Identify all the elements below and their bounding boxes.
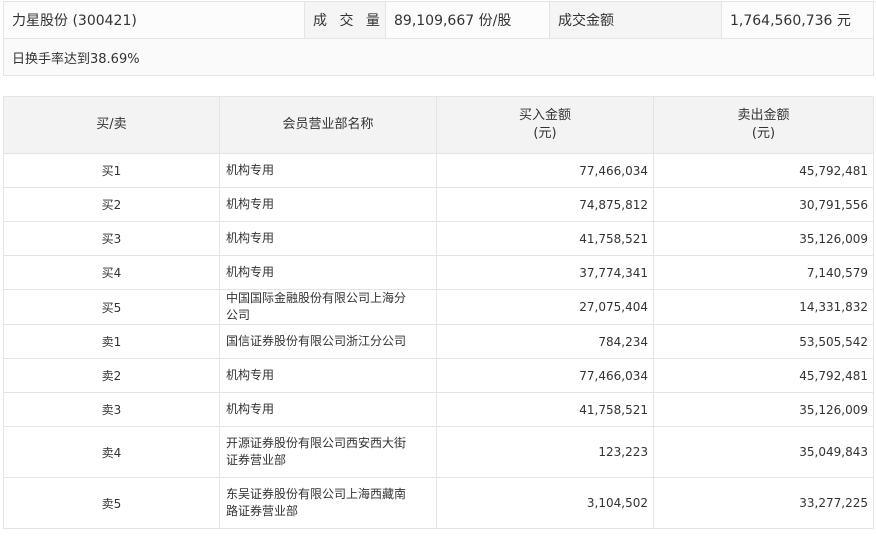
row-sell-amount: 53,505,542 [653,324,874,359]
row-side: 卖4 [3,426,220,478]
header-buy-amount-unit: (元) [533,126,557,141]
row-sell-amount: 7,140,579 [653,255,874,290]
row-buy-amount: 3,104,502 [436,477,654,529]
row-sell-amount: 45,792,481 [653,358,874,393]
row-broker-name: 机构专用 [219,392,437,427]
header-broker-name: 会员营业部名称 [219,96,437,154]
row-broker-name: 机构专用 [219,358,437,393]
table-row: 卖3 机构专用 41,758,521 35,126,009 [3,392,874,427]
row-broker-name: 机构专用 [219,255,437,290]
row-sell-amount: 35,049,843 [653,426,874,478]
amount-label: 成交金额 [549,1,722,39]
row-broker-name: 机构专用 [219,187,437,222]
table-row: 买3 机构专用 41,758,521 35,126,009 [3,221,874,256]
row-sell-amount: 33,277,225 [653,477,874,529]
table-row: 买1 机构专用 77,466,034 45,792,481 [3,153,874,188]
summary-row: 力星股份 (300421) 成 交 量 89,109,667 份/股 成交金额 … [3,1,874,39]
row-buy-amount: 77,466,034 [436,358,654,393]
row-sell-amount: 30,791,556 [653,187,874,222]
row-buy-amount: 74,875,812 [436,187,654,222]
row-sell-amount: 14,331,832 [653,289,874,325]
table-row: 卖4 开源证券股份有限公司西安西大街证券营业部 123,223 35,049,8… [3,426,874,478]
row-broker-name: 机构专用 [219,221,437,256]
row-buy-amount: 123,223 [436,426,654,478]
amount-value: 1,764,560,736 元 [721,1,874,39]
row-side: 卖2 [3,358,220,393]
row-broker-name: 开源证券股份有限公司西安西大街证券营业部 [219,426,437,478]
header-buy-amount: 买入金额 (元) [436,96,654,154]
row-buy-amount: 37,774,341 [436,255,654,290]
broker-table: 买/卖 会员营业部名称 买入金额 (元) 卖出金额 (元) 买1 机构专用 77… [3,96,874,529]
summary-table: 力星股份 (300421) 成 交 量 89,109,667 份/股 成交金额 … [3,1,874,76]
row-broker-name: 中国国际金融股份有限公司上海分公司 [219,289,437,325]
row-buy-amount: 41,758,521 [436,392,654,427]
table-row: 买2 机构专用 74,875,812 30,791,556 [3,187,874,222]
header-sell-amount-label: 卖出金额 [737,108,790,123]
row-side: 卖3 [3,392,220,427]
table-row: 卖5 东吴证券股份有限公司上海西藏南路证券营业部 3,104,502 33,27… [3,477,874,529]
stock-name: 力星股份 (300421) [3,1,305,39]
row-sell-amount: 35,126,009 [653,392,874,427]
header-row: 买/卖 会员营业部名称 买入金额 (元) 卖出金额 (元) [3,96,874,154]
row-side: 卖1 [3,324,220,359]
row-broker-name: 东吴证券股份有限公司上海西藏南路证券营业部 [219,477,437,529]
header-side: 买/卖 [3,96,220,154]
row-side: 买2 [3,187,220,222]
row-broker-name: 国信证券股份有限公司浙江分公司 [219,324,437,359]
row-side: 卖5 [3,477,220,529]
row-buy-amount: 77,466,034 [436,153,654,188]
row-buy-amount: 41,758,521 [436,221,654,256]
table-row: 买4 机构专用 37,774,341 7,140,579 [3,255,874,290]
volume-label: 成 交 量 [304,1,386,39]
row-sell-amount: 35,126,009 [653,221,874,256]
header-buy-amount-label: 买入金额 [518,108,571,123]
header-sell-amount-unit: (元) [751,126,776,141]
row-side: 买5 [3,289,220,325]
row-side: 买1 [3,153,220,188]
row-buy-amount: 27,075,404 [436,289,654,325]
table-row: 卖2 机构专用 77,466,034 45,792,481 [3,358,874,393]
table-row: 买5 中国国际金融股份有限公司上海分公司 27,075,404 14,331,8… [3,289,874,325]
row-broker-name: 机构专用 [219,153,437,188]
volume-value: 89,109,667 份/股 [385,1,550,39]
row-sell-amount: 45,792,481 [653,153,874,188]
row-buy-amount: 784,234 [436,324,654,359]
listing-reason: 日换手率达到38.69% [3,38,874,76]
header-sell-amount: 卖出金额 (元) [653,96,874,154]
reason-row: 日换手率达到38.69% [3,38,874,76]
row-side: 买3 [3,221,220,256]
row-side: 买4 [3,255,220,290]
table-row: 卖1 国信证券股份有限公司浙江分公司 784,234 53,505,542 [3,324,874,359]
